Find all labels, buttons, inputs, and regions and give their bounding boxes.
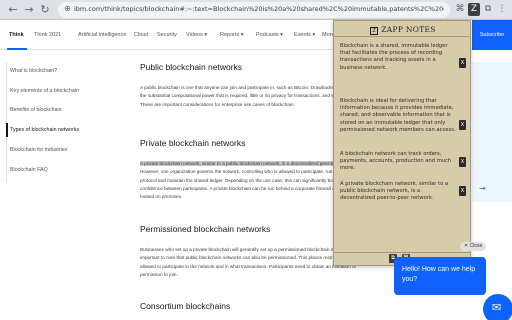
- nav-active-indicator: [7, 48, 27, 50]
- nav-cloud[interactable]: Cloud: [134, 32, 148, 38]
- paragraph-private-rest: However, one organization governs the ne…: [140, 169, 360, 200]
- note-item: A private blockchain network, similar to…: [340, 181, 449, 202]
- heading-consortium-blockchain: Consortium blockchains: [140, 301, 231, 311]
- promo-card: [472, 62, 512, 202]
- chat-launcher-button[interactable]: ✉: [483, 294, 512, 320]
- menu-icon[interactable]: ⋮: [496, 3, 508, 16]
- translate-icon[interactable]: ⌘: [454, 3, 466, 16]
- subscribe-button[interactable]: Subscribe: [472, 20, 512, 50]
- delete-note-button[interactable]: X: [459, 157, 466, 167]
- heading-public-blockchain: Public blockchain networks: [140, 62, 243, 72]
- lock-icon: ⊕: [64, 4, 71, 13]
- nav-videos[interactable]: Videos ▾: [186, 32, 207, 38]
- zapp-extension-icon[interactable]: Z: [468, 3, 480, 16]
- zapp-notes-panel: Z ZAPP NOTES Blockchain is a shared, immu…: [333, 20, 471, 266]
- nav-security[interactable]: Security: [157, 32, 177, 38]
- url-text: ibm.com/think/topics/blockchain#:~:text=…: [74, 5, 444, 13]
- note-item: Blockchain is a shared, immutable ledger…: [340, 43, 448, 71]
- sidebar-active-indicator: [6, 123, 8, 137]
- sidebar-item-benefits[interactable]: Benefits of blockchain: [10, 107, 62, 113]
- nav-podcasts[interactable]: Podcasts ▾: [256, 32, 283, 38]
- puzzle-icon[interactable]: ⧉: [482, 3, 494, 16]
- sidebar-item-industries[interactable]: Blockchain for industries: [10, 147, 67, 153]
- note-item: Blockchain is ideal for delivering that …: [340, 98, 456, 133]
- arrow-right-icon[interactable]: →: [479, 184, 486, 193]
- nav-reports[interactable]: Reports ▾: [220, 32, 244, 38]
- browser-toolbar: ← → ↻ ⊕ ibm.com/think/topics/blockchain#…: [0, 0, 512, 20]
- delete-note-button[interactable]: X: [459, 186, 466, 196]
- chat-close-button[interactable]: ✕ Close: [460, 242, 486, 251]
- zapp-title: Z ZAPP NOTES: [334, 25, 472, 35]
- zapp-title-text: ZAPP NOTES: [381, 25, 436, 34]
- delete-note-button[interactable]: X: [459, 120, 466, 130]
- delete-note-button[interactable]: X: [459, 58, 466, 68]
- chat-bubble[interactable]: Hello! How can we help you?: [394, 257, 486, 295]
- back-icon[interactable]: ←: [6, 3, 20, 17]
- nav-think-2021[interactable]: Think 2021: [34, 32, 61, 38]
- forward-icon[interactable]: →: [22, 3, 36, 17]
- note-item: A blockchain network can track orders, p…: [340, 151, 452, 172]
- chat-message: Hello! How can we help you?: [402, 266, 476, 283]
- chat-icon: ✉: [492, 301, 502, 314]
- heading-private-blockchain: Private blockchain networks: [140, 138, 246, 148]
- highlighted-text: A private blockchain network, similar to…: [140, 161, 365, 166]
- zapp-divider: [334, 36, 470, 37]
- sidebar-rule: [6, 62, 7, 182]
- nav-ai[interactable]: Artificial intelligence: [78, 32, 126, 38]
- nav-think[interactable]: Think: [9, 32, 24, 38]
- reload-icon[interactable]: ↻: [38, 3, 52, 17]
- zapp-logo-icon: Z: [370, 27, 379, 35]
- heading-permissioned-blockchain: Permissioned blockchain networks: [140, 224, 271, 234]
- nav-events[interactable]: Events ▾: [294, 32, 315, 38]
- sidebar-item-key-elements[interactable]: Key elements of a blockchain: [10, 88, 79, 94]
- sidebar-item-what-is-blockchain[interactable]: What is blockchain?: [10, 68, 57, 74]
- sidebar-item-faq[interactable]: Blockchain FAQ: [10, 167, 48, 173]
- sidebar-item-types[interactable]: Types of blockchain networks: [10, 127, 79, 133]
- zapp-footer-divider: [334, 252, 470, 253]
- address-bar[interactable]: ⊕ ibm.com/think/topics/blockchain#:~:tex…: [58, 2, 450, 18]
